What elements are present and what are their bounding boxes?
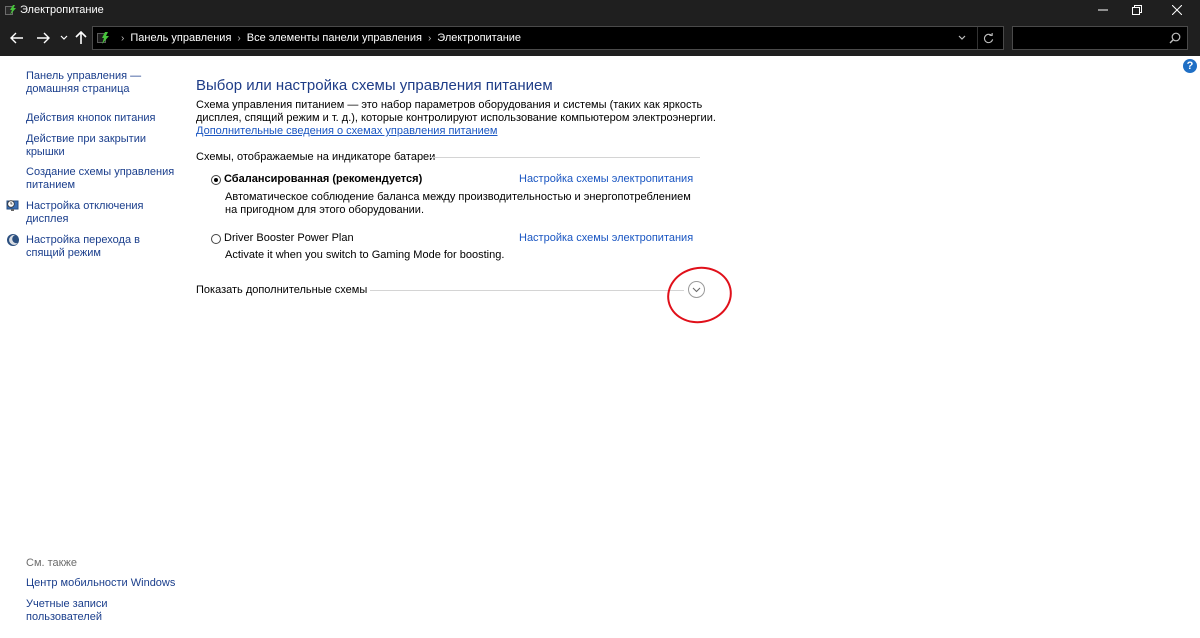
see-also-mobility-center[interactable]: Центр мобильности Windows (26, 577, 175, 590)
plan-driver-booster-settings-link[interactable]: Настройка схемы электропитания (519, 232, 693, 244)
sidebar-item-sleep[interactable]: Настройка перехода в спящий режим (26, 234, 140, 260)
chevron-down-icon (692, 287, 701, 292)
moon-icon (6, 233, 20, 247)
refresh-icon (983, 32, 993, 43)
address-bar[interactable]: › Панель управления › Все элементы панел… (92, 26, 1004, 50)
title-bar: Электропитание (0, 0, 1200, 20)
plan-driver-booster-description: Activate it when you switch to Gaming Mo… (225, 249, 505, 261)
refresh-button[interactable] (977, 27, 998, 49)
recent-locations-button[interactable] (58, 28, 70, 48)
breadcrumb-item-control-panel[interactable]: Панель управления (130, 32, 231, 44)
help-icon[interactable]: ? (1183, 59, 1197, 73)
search-icon (1169, 31, 1181, 49)
chevron-down-icon (958, 35, 966, 40)
breadcrumb-separator-icon: › (121, 32, 125, 44)
chevron-down-icon (60, 35, 68, 40)
breadcrumb-item-power-options[interactable]: Электропитание (437, 32, 521, 44)
close-button[interactable] (1154, 0, 1200, 20)
up-arrow-icon (75, 31, 87, 44)
more-info-link[interactable]: Дополнительные сведения о схемах управле… (196, 125, 498, 137)
sidebar-item-create-plan[interactable]: Создание схемы управления питанием (26, 166, 174, 192)
breadcrumb-separator-icon[interactable]: › (237, 33, 240, 44)
forward-arrow-icon (37, 32, 50, 44)
power-options-icon (4, 3, 18, 17)
close-icon (1172, 5, 1182, 15)
page-description: Схема управления питанием — это набор па… (196, 99, 716, 124)
up-button[interactable] (74, 28, 88, 48)
breadcrumb-item-all-items[interactable]: Все элементы панели управления (247, 32, 422, 44)
plan-balanced-name[interactable]: Сбалансированная (рекомендуется) (224, 173, 422, 185)
back-arrow-icon (10, 32, 23, 44)
plan-balanced-settings-link[interactable]: Настройка схемы электропитания (519, 173, 693, 185)
control-panel-icon (96, 31, 112, 47)
search-input[interactable] (1012, 26, 1188, 50)
show-more-divider (370, 290, 684, 291)
sidebar-item-lid-close[interactable]: Действие при закрытии крышки (26, 133, 146, 159)
expand-plans-button[interactable] (688, 281, 705, 298)
section-header-battery-plans: Схемы, отображаемые на индикаторе батаре… (196, 151, 436, 163)
breadcrumb-separator-icon[interactable]: › (428, 33, 431, 44)
plan-driver-booster-radio[interactable] (211, 234, 221, 244)
show-additional-plans-label[interactable]: Показать дополнительные схемы (196, 284, 367, 296)
navigation-bar: › Панель управления › Все элементы панел… (0, 20, 1200, 56)
sidebar-item-control-panel-home[interactable]: Панель управления — домашняя страница (26, 70, 141, 96)
plan-driver-booster-name[interactable]: Driver Booster Power Plan (224, 232, 354, 244)
address-history-button[interactable] (953, 27, 971, 49)
section-divider (430, 157, 700, 158)
minimize-icon (1098, 9, 1108, 11)
breadcrumb: › Панель управления › Все элементы панел… (115, 27, 521, 49)
monitor-clock-icon (6, 199, 20, 213)
see-also-user-accounts[interactable]: Учетные записи пользователей (26, 598, 108, 624)
sidebar-item-power-buttons[interactable]: Действия кнопок питания (26, 112, 156, 125)
forward-button[interactable] (34, 28, 52, 48)
window-title: Электропитание (20, 4, 104, 16)
see-also-heading: См. также (26, 557, 77, 569)
plan-balanced-description: Автоматическое соблюдение баланса между … (225, 191, 691, 216)
back-button[interactable] (8, 28, 26, 48)
restore-icon (1132, 5, 1142, 15)
page-title: Выбор или настройка схемы управления пит… (196, 77, 553, 94)
plan-balanced-radio[interactable] (211, 175, 221, 185)
sidebar-item-display-off[interactable]: Настройка отключения дисплея (26, 200, 144, 226)
